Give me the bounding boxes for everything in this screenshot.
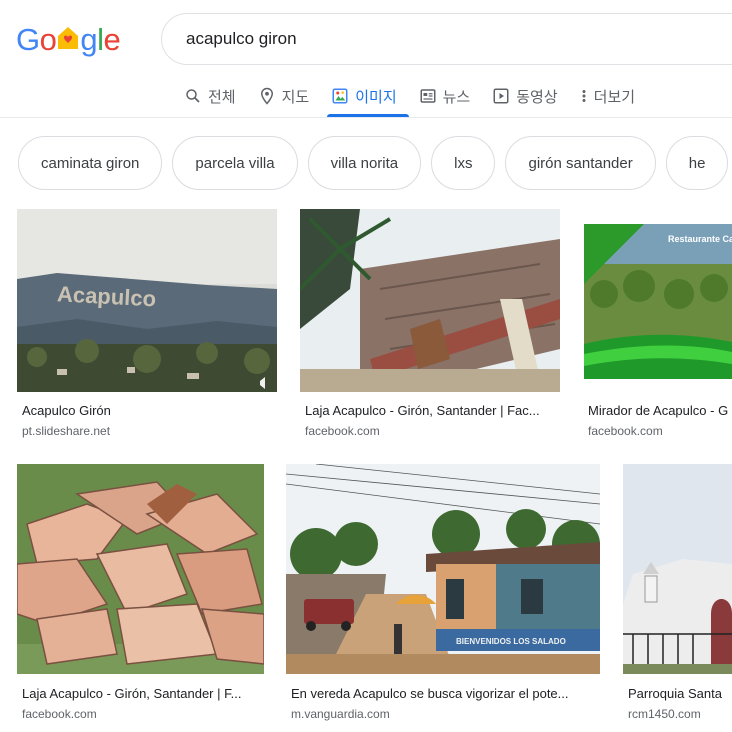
result-title[interactable]: Mirador de Acapulco - G <box>588 403 732 418</box>
result-source: pt.slideshare.net <box>22 424 111 438</box>
image-result[interactable]: Laja Acapulco - Girón, Santander | F... … <box>17 464 264 724</box>
result-title[interactable]: Acapulco Girón <box>22 403 277 418</box>
thumb-sign-text: BIENVENIDOS LOS SALADO <box>456 637 566 646</box>
chip-parcela-villa[interactable]: parcela villa <box>172 136 298 190</box>
image-result[interactable]: Acapulco Acapulco Girón pt.slideshare.ne… <box>17 209 277 444</box>
map-pin-icon <box>260 87 273 105</box>
chip-caminata-giron[interactable]: caminata giron <box>18 136 163 190</box>
tab-label: 뉴스 <box>442 88 471 106</box>
result-title[interactable]: En vereda Acapulco se busca vigorizar el… <box>291 686 600 701</box>
header-divider <box>0 117 732 118</box>
search-box[interactable] <box>161 13 732 65</box>
result-title[interactable]: Parroquia Santa <box>628 686 732 701</box>
image-icon <box>332 88 348 104</box>
chip-lxs[interactable]: lxs <box>431 136 496 190</box>
result-thumbnail[interactable]: Restaurante Camping - <box>584 224 732 379</box>
chip-truncated[interactable]: he <box>665 136 729 190</box>
image-result[interactable]: Parroquia Santa rcm1450.com <box>623 464 732 724</box>
image-result[interactable]: Restaurante Camping - Mirador de Acapulc… <box>584 209 732 444</box>
tab-images[interactable]: 이미지 <box>327 76 410 117</box>
google-logo[interactable]: Go gle <box>16 22 121 57</box>
tab-label: 동영상 <box>516 88 558 106</box>
chip-villa-norita[interactable]: villa norita <box>307 136 422 190</box>
tab-label: 지도 <box>281 88 310 106</box>
tab-label: 전체 <box>208 88 236 106</box>
result-source: rcm1450.com <box>628 707 701 721</box>
thumb-sign-text: Restaurante Camping - <box>668 234 732 244</box>
tab-maps[interactable]: 지도 <box>254 76 322 116</box>
tab-news[interactable]: 뉴스 <box>415 76 483 116</box>
result-thumbnail[interactable] <box>623 464 732 674</box>
result-thumbnail[interactable]: BIENVENIDOS LOS SALADO <box>286 464 600 674</box>
result-title[interactable]: Laja Acapulco - Girón, Santander | F... <box>22 686 264 701</box>
result-source: facebook.com <box>588 424 663 438</box>
search-tabs: 전체 지도 이미지 뉴스 동영상 더보기 <box>180 76 653 117</box>
image-result[interactable]: BIENVENIDOS LOS SALADO En vereda Acapulc… <box>286 464 600 724</box>
video-icon <box>493 88 509 104</box>
result-thumbnail[interactable]: Acapulco <box>17 209 277 392</box>
news-icon <box>420 89 436 103</box>
tab-label: 이미지 <box>355 88 397 106</box>
result-source: facebook.com <box>22 707 97 721</box>
result-source: m.vanguardia.com <box>291 707 390 721</box>
tab-more[interactable]: 더보기 <box>576 76 647 116</box>
search-icon <box>186 89 200 103</box>
result-title[interactable]: Laja Acapulco - Girón, Santander | Fac..… <box>305 403 560 418</box>
result-thumbnail[interactable] <box>300 209 560 392</box>
result-thumbnail[interactable] <box>17 464 264 674</box>
doodle-house-icon <box>57 22 79 49</box>
related-chips: caminata giron parcela villa villa norit… <box>18 136 732 190</box>
more-vert-icon <box>582 90 586 102</box>
tab-all[interactable]: 전체 <box>180 76 248 116</box>
chip-giron-santander[interactable]: girón santander <box>505 136 656 190</box>
image-result[interactable]: Laja Acapulco - Girón, Santander | Fac..… <box>300 209 560 444</box>
tab-videos[interactable]: 동영상 <box>488 76 569 116</box>
result-source: facebook.com <box>305 424 380 438</box>
thumb-sign-text: Acapulco <box>56 281 156 311</box>
tab-label: 더보기 <box>593 88 636 106</box>
search-input[interactable] <box>186 14 706 64</box>
